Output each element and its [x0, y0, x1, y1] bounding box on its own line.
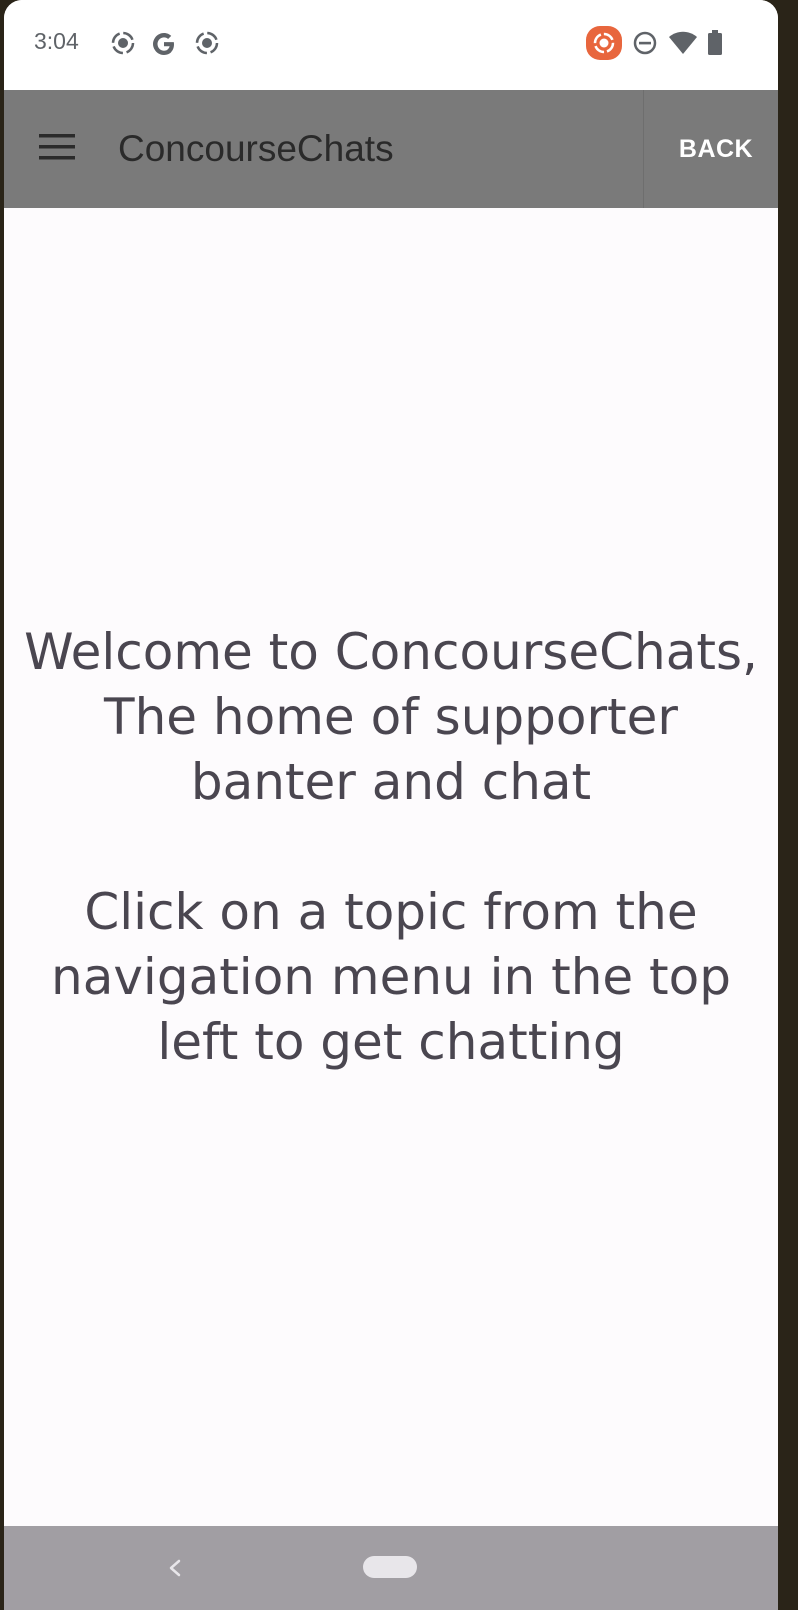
status-time: 3:04	[34, 28, 79, 54]
back-button[interactable]: BACK	[654, 90, 778, 208]
record-icon	[194, 30, 220, 56]
app-title: ConcourseChats	[118, 128, 394, 169]
system-nav-bar	[4, 1526, 778, 1610]
instruction-line: Click on a topic from the navigation men…	[51, 883, 731, 1071]
status-bar: 3:04	[4, 0, 778, 90]
welcome-line: Welcome to ConcourseChats, The home of s…	[24, 623, 758, 811]
welcome-message: Welcome to ConcourseChats, The home of s…	[24, 620, 758, 1075]
app-bar: ConcourseChats BACK	[4, 90, 778, 208]
nav-back-icon[interactable]	[160, 1548, 190, 1588]
main-content: Welcome to ConcourseChats, The home of s…	[4, 208, 778, 1526]
device-screen: 3:04 ConcourseChats BACK Welcome to Conc…	[4, 0, 778, 1610]
do-not-disturb-icon	[632, 30, 658, 56]
menu-button[interactable]	[28, 120, 86, 178]
divider	[643, 90, 644, 208]
google-icon	[150, 30, 176, 56]
battery-icon	[706, 30, 724, 56]
screen-record-icon	[586, 26, 622, 60]
hamburger-menu-icon	[39, 133, 75, 165]
wifi-icon	[668, 30, 698, 56]
nav-home-pill[interactable]	[363, 1556, 417, 1578]
record-icon	[110, 30, 136, 56]
